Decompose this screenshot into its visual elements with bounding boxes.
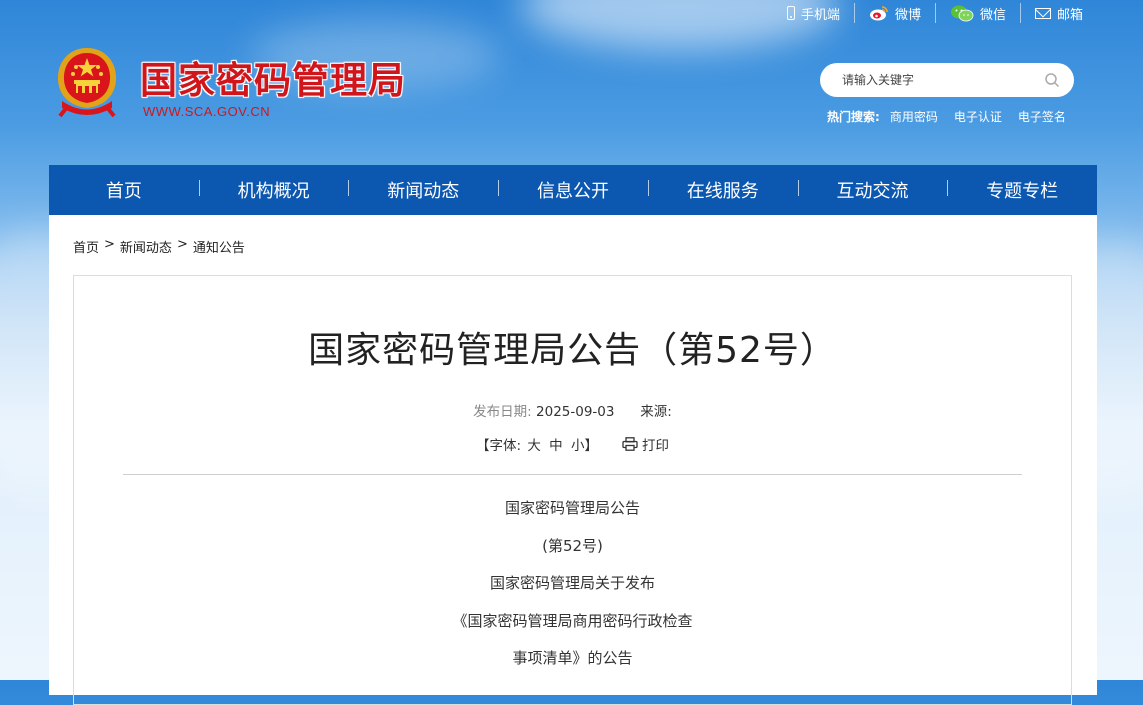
mobile-link[interactable]: 手机端 (773, 3, 854, 23)
hot-search-item[interactable]: 电子认证 (954, 108, 1002, 125)
print-label: 打印 (641, 438, 669, 454)
nav-item-news[interactable]: 新闻动态 (348, 177, 498, 203)
mobile-label: 手机端 (800, 7, 840, 23)
nav-item-topics[interactable]: 专题专栏 (947, 177, 1097, 203)
article-meta: 发布日期: 2025-09-03 来源: (74, 400, 1071, 420)
font-size-control: 【字体: 大 中 小】 (476, 434, 600, 454)
nav-item-home[interactable]: 首页 (49, 177, 199, 203)
publish-date: 2025-09-03 (536, 404, 615, 420)
wechat-link[interactable]: 微信 (934, 3, 1020, 23)
national-emblem-icon (57, 48, 117, 118)
search-input[interactable] (840, 72, 1044, 88)
font-size-medium[interactable]: 中 (549, 438, 563, 454)
search-box (820, 63, 1074, 97)
nav-item-interaction[interactable]: 互动交流 (797, 177, 948, 203)
breadcrumb-home[interactable]: 首页 (73, 237, 99, 256)
hot-search-item[interactable]: 商用密码 (890, 108, 938, 125)
phone-icon (786, 6, 795, 20)
source-label: 来源: (640, 404, 672, 420)
mail-label: 邮箱 (1056, 7, 1083, 23)
weibo-icon (869, 6, 888, 21)
nav-item-about[interactable]: 机构概况 (198, 177, 349, 203)
nav-item-disclosure[interactable]: 信息公开 (498, 177, 648, 203)
body-line: 国家密码管理局关于发布 (489, 574, 655, 592)
printer-icon (622, 437, 638, 451)
top-links: 手机端 微博 微信 邮箱 (773, 3, 1097, 23)
article-title: 国家密码管理局公告（第52号） (308, 330, 837, 371)
site-logo-title[interactable]: 国家密码管理局 (140, 50, 406, 104)
breadcrumb: 首页 > 新闻动态 > 通知公告 (73, 237, 245, 256)
search-icon[interactable] (1044, 72, 1060, 88)
breadcrumb-separator: > (104, 237, 115, 252)
body-line: 《国家密码管理局商用密码行政检查 (452, 611, 693, 630)
article-tools: 【字体: 大 中 小】 打印 (74, 434, 1071, 454)
content-panel: 首页 > 新闻动态 > 通知公告 国家密码管理局公告（第52号） 发布日期: 2… (49, 215, 1097, 705)
site-logo-url: WWW.SCA.GOV.CN (143, 104, 271, 119)
mail-icon (1034, 7, 1051, 19)
mail-link[interactable]: 邮箱 (1019, 3, 1097, 23)
font-size-large[interactable]: 大 (527, 438, 541, 454)
wechat-label: 微信 (979, 7, 1006, 23)
font-size-label: 【字体: (476, 438, 522, 454)
wechat-icon (950, 5, 974, 22)
article-body: 国家密码管理局公告 (第52号) 国家密码管理局关于发布 《国家密码管理局商用密… (74, 497, 1071, 685)
nav-item-services[interactable]: 在线服务 (647, 177, 798, 203)
breadcrumb-news[interactable]: 新闻动态 (120, 237, 172, 256)
date-label: 发布日期: (473, 404, 532, 420)
main-nav: 首页 机构概况 新闻动态 信息公开 在线服务 互动交流 专题专栏 (49, 165, 1097, 215)
body-line: (第52号) (542, 536, 603, 555)
print-button[interactable]: 打印 (622, 434, 669, 454)
breadcrumb-separator: > (176, 237, 188, 252)
weibo-link[interactable]: 微博 (853, 3, 935, 23)
article: 国家密码管理局公告（第52号） 发布日期: 2025-09-03 来源: 【字体… (73, 275, 1072, 705)
breadcrumb-notices[interactable]: 通知公告 (193, 237, 245, 256)
hot-search-item[interactable]: 电子签名 (1018, 108, 1066, 125)
font-size-small[interactable]: 小】 (571, 438, 598, 454)
body-line: 事项清单》的公告 (512, 649, 633, 667)
hot-search: 热门搜索: 商用密码 电子认证 电子签名 (827, 108, 1066, 125)
weibo-label: 微博 (894, 7, 921, 23)
hot-search-label: 热门搜索: (827, 110, 880, 124)
body-line: 国家密码管理局公告 (504, 499, 640, 517)
divider (123, 474, 1022, 475)
